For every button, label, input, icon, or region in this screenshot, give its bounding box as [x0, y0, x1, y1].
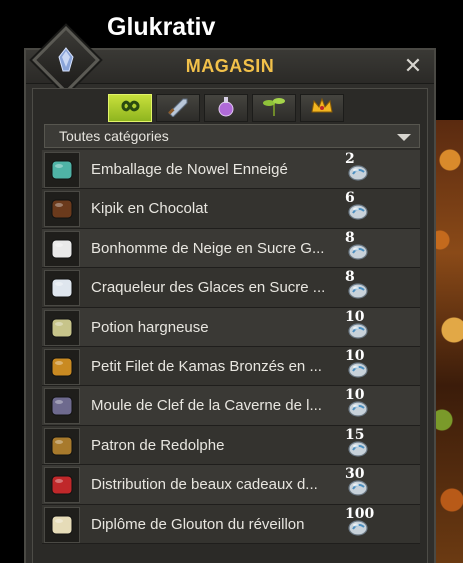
category-selected-label: Toutes catégories — [59, 128, 169, 144]
crown-icon — [309, 96, 335, 121]
snowman-icon — [44, 230, 80, 267]
shop-window: MAGASIN ✕ Toutes catégories Emballage de… — [24, 26, 436, 563]
list-item[interactable]: Diplôme de Glouton du réveillon 100 — [42, 504, 420, 544]
list-item[interactable]: Distribution de beaux cadeaux d... 30 — [42, 465, 420, 505]
item-name: Craqueleur des Glaces en Sucre ... — [91, 279, 326, 297]
tab-potion[interactable] — [204, 94, 248, 122]
close-button[interactable]: ✕ — [402, 55, 424, 77]
item-name: Distribution de beaux cadeaux d... — [91, 476, 318, 494]
ogrine-coin-icon — [347, 400, 369, 423]
category-tabs — [108, 94, 344, 122]
ogrine-coin-icon — [347, 361, 369, 384]
tab-infinity[interactable] — [108, 94, 152, 122]
item-name: Moule de Clef de la Caverne de l... — [91, 397, 322, 415]
key-mold-icon — [44, 388, 80, 425]
character-name: Glukrativ — [107, 13, 216, 41]
list-item[interactable]: Patron de Redolphe 15 — [42, 425, 420, 466]
ogrine-coin-icon — [347, 322, 369, 345]
chevron-down-icon — [397, 134, 411, 141]
ogrine-coin-icon — [347, 203, 369, 226]
gift-box-icon — [44, 467, 80, 504]
list-item[interactable]: Petit Filet de Kamas Bronzés en ... 10 — [42, 346, 420, 387]
reindeer-pattern-icon — [44, 427, 80, 464]
infinity-icon — [116, 97, 144, 120]
ogrine-coin-icon — [347, 243, 369, 266]
chocolate-icon — [44, 191, 80, 228]
list-item[interactable]: Potion hargneuse 10 — [42, 307, 420, 347]
ogrine-coin-icon — [347, 164, 369, 187]
list-item[interactable]: Craqueleur des Glaces en Sucre ... 8 — [42, 268, 420, 308]
list-item[interactable]: Moule de Clef de la Caverne de l... 10 — [42, 386, 420, 426]
item-name: Kipik en Chocolat — [91, 200, 208, 218]
net-bag-icon — [44, 348, 80, 385]
potion-icon — [214, 94, 238, 123]
tab-weapon[interactable] — [156, 94, 200, 122]
item-name: Patron de Redolphe — [91, 436, 225, 454]
item-name: Potion hargneuse — [91, 318, 209, 336]
tab-crown[interactable] — [300, 94, 344, 122]
item-list: Emballage de Nowel Enneigé 2 Kipik en Choc… — [42, 150, 420, 544]
potion-bottle-icon — [44, 309, 80, 346]
item-name: Petit Filet de Kamas Bronzés en ... — [91, 357, 322, 375]
item-name: Bonhomme de Neige en Sucre G... — [91, 239, 325, 257]
list-item[interactable]: Bonhomme de Neige en Sucre G... 8 — [42, 228, 420, 269]
wrapping-paper-icon — [44, 152, 80, 188]
ice-creature-icon — [44, 270, 80, 307]
plant-icon — [261, 95, 287, 122]
list-item[interactable]: Emballage de Nowel Enneigé 2 — [42, 150, 420, 190]
ogrine-coin-icon — [347, 519, 369, 542]
item-name: Diplôme de Glouton du réveillon — [91, 515, 305, 533]
ogrine-coin-icon — [347, 282, 369, 305]
tab-plant[interactable] — [252, 94, 296, 122]
category-dropdown[interactable]: Toutes catégories — [44, 124, 420, 148]
ogrine-coin-icon — [347, 440, 369, 463]
ogrine-coin-icon — [347, 479, 369, 502]
list-item[interactable]: Kipik en Chocolat 6 — [42, 189, 420, 229]
weapon-icon — [165, 95, 191, 122]
item-name: Emballage de Nowel Enneigé — [91, 161, 288, 178]
diploma-icon — [44, 506, 80, 543]
